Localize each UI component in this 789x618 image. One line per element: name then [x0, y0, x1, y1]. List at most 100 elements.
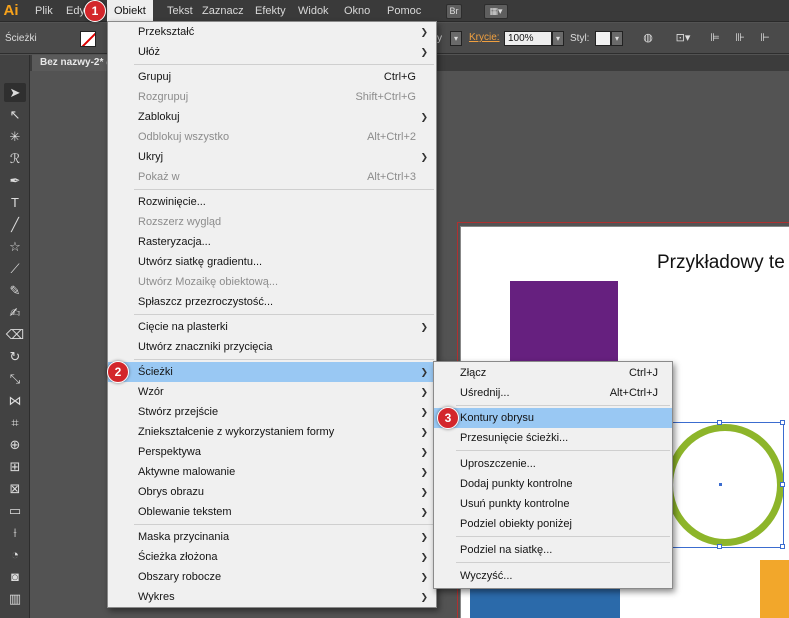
menu-item-podziel-na-siatke[interactable]: Podziel na siatkę...: [434, 540, 672, 560]
selection-tool-icon[interactable]: ➤: [4, 83, 26, 102]
menu-item-grupuj[interactable]: Grupuj Ctrl+G: [108, 67, 436, 87]
selection-handle[interactable]: [780, 420, 785, 425]
menu-separator: [134, 64, 434, 65]
perspective-grid-tool-icon[interactable]: ⊞: [4, 457, 26, 476]
menu-item-perspektywa[interactable]: Perspektywa ❯: [108, 442, 436, 462]
menu-item-znieksztalcenie[interactable]: Zniekształcenie z wykorzystaniem formy ❯: [108, 422, 436, 442]
menu-item-usun-punkty[interactable]: Usuń punkty kontrolne: [434, 494, 672, 514]
width-tool-icon[interactable]: ⋈: [4, 391, 26, 410]
bridge-button[interactable]: Br: [446, 4, 462, 19]
menu-item-maska-przycinania[interactable]: Maska przycinania ❯: [108, 527, 436, 547]
menu-item-usrednij[interactable]: Uśrednij... Alt+Ctrl+J: [434, 383, 672, 403]
menu-item-sciezka-zlozona[interactable]: Ścieżka złożona ❯: [108, 547, 436, 567]
blend-tool-icon[interactable]: ◔: [4, 545, 26, 564]
align-right-icon[interactable]: ⊩: [758, 31, 772, 45]
rotate-tool-icon[interactable]: ↻: [4, 347, 26, 366]
menu-item-zlacz[interactable]: Złącz Ctrl+J: [434, 363, 672, 383]
scale-tool-icon[interactable]: ⤡: [4, 369, 26, 388]
menu-item-ciecie-na-plasterki[interactable]: Cięcie na plasterki ❯: [108, 317, 436, 337]
selection-handle[interactable]: [780, 544, 785, 549]
star-tool-icon[interactable]: ☆: [4, 237, 26, 256]
menu-item-uloz[interactable]: Ułóż ❯: [108, 42, 436, 62]
opacity-label[interactable]: Krycie:: [469, 32, 500, 43]
chevron-right-icon: ❯: [420, 322, 428, 332]
menu-item-przeksztalc[interactable]: Przekształć ❯: [108, 22, 436, 42]
menu-efekty[interactable]: Efekty: [255, 0, 286, 22]
chevron-right-icon: ❯: [420, 552, 428, 562]
menu-item-wyczysc[interactable]: Wyczyść...: [434, 566, 672, 586]
opacity-mode-dropdown[interactable]: ▾: [450, 31, 462, 46]
menu-zaznacz[interactable]: Zaznacz: [202, 0, 244, 22]
menu-pomoc[interactable]: Pomoc: [387, 0, 421, 22]
menu-item-utworz-znaczniki-przyciecia[interactable]: Utwórz znaczniki przycięcia: [108, 337, 436, 357]
free-transform-tool-icon[interactable]: ⌗: [4, 413, 26, 432]
menu-item-stworz-przejscie[interactable]: Stwórz przejście ❯: [108, 402, 436, 422]
menu-item-wykres[interactable]: Wykres ❯: [108, 587, 436, 607]
shape-builder-tool-icon[interactable]: ⊕: [4, 435, 26, 454]
menu-item-odblokuj-wszystko[interactable]: Odblokuj wszystko Alt+Ctrl+2: [108, 127, 436, 147]
direct-selection-tool-icon[interactable]: ↖: [4, 105, 26, 124]
pencil-tool-icon[interactable]: ✎: [4, 281, 26, 300]
menu-tekst[interactable]: Tekst: [167, 0, 193, 22]
style-dropdown[interactable]: ▾: [611, 31, 623, 46]
menu-separator: [456, 450, 670, 451]
selection-handle[interactable]: [780, 482, 785, 487]
step-badge-3: 3: [437, 407, 459, 429]
menu-obiekt[interactable]: Obiekt: [107, 0, 153, 22]
menu-item-sciezki[interactable]: Ścieżki ❯: [108, 362, 436, 382]
eraser-tool-icon[interactable]: ⌫: [4, 325, 26, 344]
opacity-field[interactable]: 100%: [504, 31, 552, 46]
gradient-tool-icon[interactable]: ▭: [4, 501, 26, 520]
opacity-dropdown[interactable]: ▾: [552, 31, 564, 46]
selection-handle[interactable]: [717, 544, 722, 549]
paintbrush-tool-icon[interactable]: ⟋: [4, 259, 26, 278]
menu-okno[interactable]: Okno: [344, 0, 370, 22]
pen-tool-icon[interactable]: ✒: [4, 171, 26, 190]
menu-item-ukryj[interactable]: Ukryj ❯: [108, 147, 436, 167]
magic-wand-tool-icon[interactable]: ✳: [4, 127, 26, 146]
menu-item-oblewanie-tekstem[interactable]: Oblewanie tekstem ❯: [108, 502, 436, 522]
orange-shape[interactable]: [760, 560, 789, 618]
type-tool-icon[interactable]: T: [4, 193, 26, 212]
menu-item-rozszerz-wyglad[interactable]: Rozszerz wygląd: [108, 212, 436, 232]
menu-item-kontury-obrysu[interactable]: Kontury obrysu: [434, 408, 672, 428]
menu-item-aktywne-malowanie[interactable]: Aktywne malowanie ❯: [108, 462, 436, 482]
menu-item-pokaz-w[interactable]: Pokaż w Alt+Ctrl+3: [108, 167, 436, 187]
menu-item-dodaj-punkty[interactable]: Dodaj punkty kontrolne: [434, 474, 672, 494]
line-tool-icon[interactable]: ╱: [4, 215, 26, 234]
artboard-sample-text[interactable]: Przykładowy te: [657, 252, 785, 274]
menu-item-utworz-mozaike[interactable]: Utwórz Mozaikę obiektową...: [108, 272, 436, 292]
menu-item-rozgrupuj[interactable]: Rozgrupuj Shift+Ctrl+G: [108, 87, 436, 107]
selection-handle[interactable]: [717, 420, 722, 425]
menu-item-podziel-obiekty[interactable]: Podziel obiekty poniżej: [434, 514, 672, 534]
recolor-artwork-icon[interactable]: ◍: [641, 31, 655, 45]
blob-brush-tool-icon[interactable]: ✍: [4, 303, 26, 322]
menu-item-obrys-obrazu[interactable]: Obrys obrazu ❯: [108, 482, 436, 502]
menu-plik[interactable]: Plik: [35, 0, 53, 22]
menu-item-obszary-robocze[interactable]: Obszary robocze ❯: [108, 567, 436, 587]
align-to-icon[interactable]: ⊡▾: [672, 31, 694, 45]
eyedropper-tool-icon[interactable]: ⟊: [4, 523, 26, 542]
menu-separator: [456, 562, 670, 563]
menu-item-przesuniecie-sciezki[interactable]: Przesunięcie ścieżki...: [434, 428, 672, 448]
menu-item-utworz-siatke-gradientu[interactable]: Utwórz siatkę gradientu...: [108, 252, 436, 272]
menu-item-splaszcz-przezroczystosc[interactable]: Spłaszcz przezroczystość...: [108, 292, 436, 312]
chevron-right-icon: ❯: [420, 592, 428, 602]
symbol-sprayer-tool-icon[interactable]: ◙: [4, 567, 26, 586]
menu-edycja[interactable]: Edy: [66, 0, 85, 22]
menu-widok[interactable]: Widok: [298, 0, 329, 22]
menu-item-rasteryzacja[interactable]: Rasteryzacja...: [108, 232, 436, 252]
arrange-documents-icon[interactable]: ▦▾: [484, 4, 508, 19]
menu-item-uproszczenie[interactable]: Uproszczenie...: [434, 454, 672, 474]
menu-item-rozwiniecie[interactable]: Rozwinięcie...: [108, 192, 436, 212]
column-graph-tool-icon[interactable]: ▥: [4, 589, 26, 608]
lasso-tool-icon[interactable]: ℛ: [4, 149, 26, 168]
chevron-right-icon: ❯: [420, 152, 428, 162]
mesh-tool-icon[interactable]: ⊠: [4, 479, 26, 498]
menu-item-zablokuj[interactable]: Zablokuj ❯: [108, 107, 436, 127]
style-swatch[interactable]: [595, 31, 611, 46]
align-center-icon[interactable]: ⊪: [733, 31, 747, 45]
align-left-icon[interactable]: ⊫: [708, 31, 722, 45]
stroke-none-swatch[interactable]: [80, 31, 96, 47]
menu-item-wzor[interactable]: Wzór ❯: [108, 382, 436, 402]
